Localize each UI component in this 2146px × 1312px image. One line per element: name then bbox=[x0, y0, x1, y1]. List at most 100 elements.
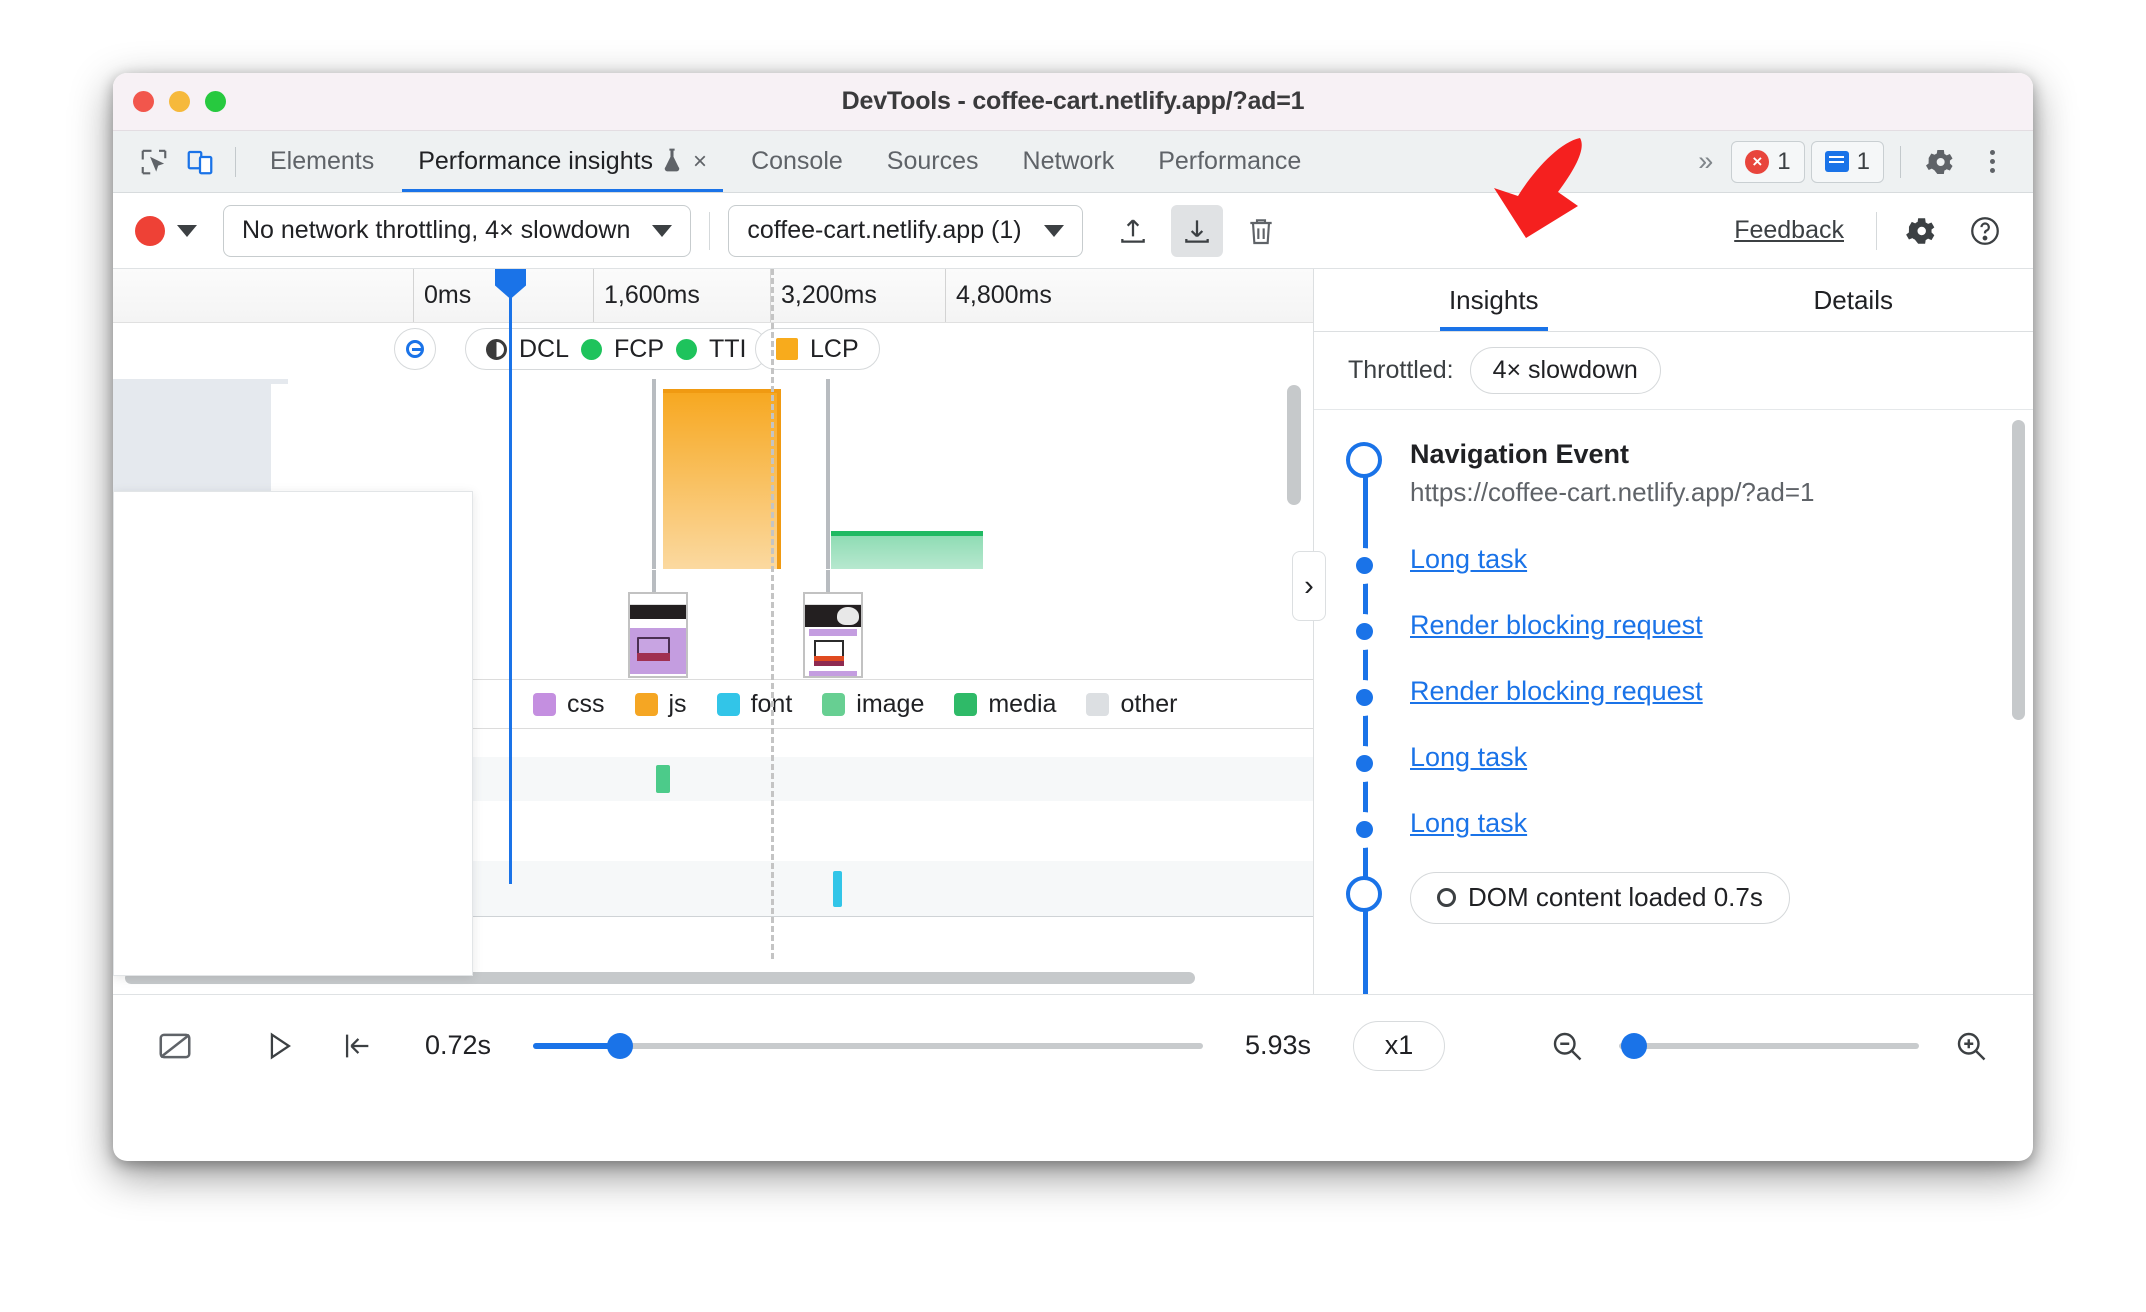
device-toolbar-icon[interactable] bbox=[177, 139, 223, 185]
zoom-window-button[interactable] bbox=[205, 91, 226, 112]
dcl-marker-icon bbox=[1437, 888, 1456, 908]
tab-label: Network bbox=[1022, 147, 1115, 175]
tab-label: Performance insights bbox=[418, 147, 654, 175]
legend-item-image: image bbox=[822, 690, 924, 719]
collapse-sidebar-button[interactable]: › bbox=[1292, 551, 1326, 621]
tab-insights[interactable]: Insights bbox=[1314, 269, 1674, 331]
insight-link[interactable]: Render blocking request bbox=[1410, 610, 1703, 641]
tab-label: Performance bbox=[1158, 147, 1302, 175]
gear-icon[interactable] bbox=[1917, 139, 1963, 185]
dcl-label: DOM content loaded 0.7s bbox=[1468, 882, 1763, 913]
insight-link[interactable]: Long task bbox=[1410, 808, 1527, 839]
slider-knob[interactable] bbox=[607, 1032, 634, 1059]
list-item[interactable]: Render blocking request bbox=[1314, 610, 2033, 650]
filmstrip-thumbnail[interactable] bbox=[628, 592, 688, 678]
filmstrip-thumbnail[interactable] bbox=[803, 592, 863, 678]
toolbar-divider-2 bbox=[1876, 211, 1877, 250]
page-select[interactable]: coffee-cart.netlify.app (1) bbox=[728, 204, 1083, 257]
playback-speed-pill[interactable]: x1 bbox=[1353, 1020, 1445, 1071]
main-body: 0ms 1,600ms 3,200ms 4,800ms DCL FCP TTI bbox=[113, 269, 2033, 994]
jump-to-start-icon[interactable] bbox=[331, 1020, 383, 1072]
lcp-label: LCP bbox=[810, 334, 859, 363]
kebab-menu-icon[interactable] bbox=[1969, 139, 2015, 185]
list-item-navigation-event[interactable]: Navigation Event https://coffee-cart.net… bbox=[1314, 438, 2033, 510]
slider-rail bbox=[533, 1042, 1203, 1049]
tab-label: Console bbox=[751, 147, 843, 175]
playhead-marker[interactable] bbox=[509, 269, 512, 884]
slider-knob[interactable] bbox=[1621, 1032, 1647, 1059]
devtools-window: DevTools - coffee-cart.netlify.app/?ad=1… bbox=[113, 73, 2033, 1161]
node-dot-icon bbox=[1346, 745, 1382, 782]
timeline-markers-row: DCL FCP TTI LCP bbox=[113, 323, 1313, 379]
ruler-tick: 1,600ms bbox=[593, 269, 700, 322]
start-time-label: 0.72s bbox=[424, 1030, 492, 1060]
dcl-label: DCL bbox=[519, 334, 570, 363]
page-select-value: coffee-cart.netlify.app (1) bbox=[747, 216, 1022, 244]
zoom-out-icon[interactable] bbox=[1541, 1020, 1593, 1072]
tab-details[interactable]: Details bbox=[1674, 269, 2034, 331]
legend-label: media bbox=[988, 689, 1057, 718]
zoom-slider[interactable] bbox=[1619, 1031, 1919, 1061]
list-item-dom-content-loaded[interactable]: DOM content loaded 0.7s bbox=[1314, 871, 2033, 924]
request-bar-image[interactable] bbox=[656, 765, 670, 793]
timeline-node bbox=[1342, 676, 1386, 716]
list-item[interactable]: Long task bbox=[1314, 544, 2033, 584]
upload-profile-icon[interactable] bbox=[1107, 205, 1159, 257]
feedback-link[interactable]: Feedback bbox=[1734, 216, 1844, 245]
slider-rail bbox=[1619, 1042, 1919, 1049]
node-dot-icon bbox=[1346, 613, 1382, 650]
insight-link[interactable]: Long task bbox=[1410, 742, 1527, 773]
time-range-slider[interactable] bbox=[533, 1031, 1203, 1061]
dom-content-loaded-pill[interactable]: DOM content loaded 0.7s bbox=[1410, 871, 1790, 924]
message-count-badge[interactable]: 1 bbox=[1810, 140, 1884, 183]
tabbar-actions: » × 1 1 bbox=[1686, 131, 2033, 192]
help-icon[interactable] bbox=[1959, 205, 2011, 257]
insights-list[interactable]: Navigation Event https://coffee-cart.net… bbox=[1314, 410, 2033, 994]
activity-block-js[interactable] bbox=[663, 389, 781, 569]
request-bar-font[interactable] bbox=[833, 871, 842, 907]
tti-marker-icon bbox=[676, 338, 698, 360]
tab-label: Elements bbox=[270, 147, 375, 175]
actions-divider bbox=[1900, 145, 1901, 178]
record-button[interactable] bbox=[135, 215, 165, 246]
tab-console[interactable]: Console bbox=[729, 131, 865, 192]
timeline-panel[interactable]: 0ms 1,600ms 3,200ms 4,800ms DCL FCP TTI bbox=[113, 269, 1313, 994]
throttling-select[interactable]: No network throttling, 4× slowdown bbox=[223, 204, 692, 257]
zoom-in-icon[interactable] bbox=[1945, 1020, 1997, 1072]
gear-icon[interactable] bbox=[1895, 205, 1947, 257]
timeline-ruler[interactable]: 0ms 1,600ms 3,200ms 4,800ms bbox=[113, 269, 1313, 323]
node-dot-icon bbox=[1346, 547, 1382, 584]
timeline-node bbox=[1342, 742, 1386, 782]
list-item[interactable]: Long task bbox=[1314, 742, 2033, 782]
throttled-value-pill[interactable]: 4× slowdown bbox=[1469, 347, 1661, 394]
legend-label: image bbox=[856, 689, 925, 718]
record-options-dropdown[interactable] bbox=[177, 224, 197, 237]
legend-item-js: js bbox=[634, 690, 687, 719]
close-tab-icon[interactable]: × bbox=[693, 148, 707, 176]
list-item[interactable]: Render blocking request bbox=[1314, 676, 2033, 716]
activity-block-media[interactable] bbox=[831, 531, 983, 569]
tab-performance-insights[interactable]: Performance insights × bbox=[396, 131, 729, 192]
minimize-window-button[interactable] bbox=[169, 91, 190, 112]
insight-link[interactable]: Long task bbox=[1410, 544, 1527, 575]
more-tabs-icon[interactable]: » bbox=[1686, 146, 1725, 177]
trash-icon[interactable] bbox=[1235, 205, 1287, 257]
tab-sources[interactable]: Sources bbox=[865, 131, 1001, 192]
timeline-node bbox=[1342, 808, 1386, 848]
close-window-button[interactable] bbox=[133, 91, 154, 112]
node-ring-icon bbox=[1346, 875, 1382, 912]
insight-link[interactable]: Render blocking request bbox=[1410, 676, 1703, 707]
play-button[interactable] bbox=[253, 1020, 305, 1072]
timeline-vscrollbar[interactable] bbox=[1287, 385, 1301, 505]
tab-performance[interactable]: Performance bbox=[1136, 131, 1323, 192]
timeline-node bbox=[1342, 438, 1386, 478]
download-profile-icon[interactable] bbox=[1170, 204, 1223, 257]
tab-network[interactable]: Network bbox=[1001, 131, 1137, 192]
screenshots-toggle-icon[interactable] bbox=[149, 1020, 201, 1072]
error-count-badge[interactable]: × 1 bbox=[1731, 140, 1805, 183]
navigation-marker-chip[interactable] bbox=[394, 328, 436, 370]
tab-label: Sources bbox=[886, 147, 979, 175]
inspect-element-icon[interactable] bbox=[131, 139, 177, 185]
tab-elements[interactable]: Elements bbox=[248, 131, 396, 192]
list-item[interactable]: Long task bbox=[1314, 808, 2033, 848]
